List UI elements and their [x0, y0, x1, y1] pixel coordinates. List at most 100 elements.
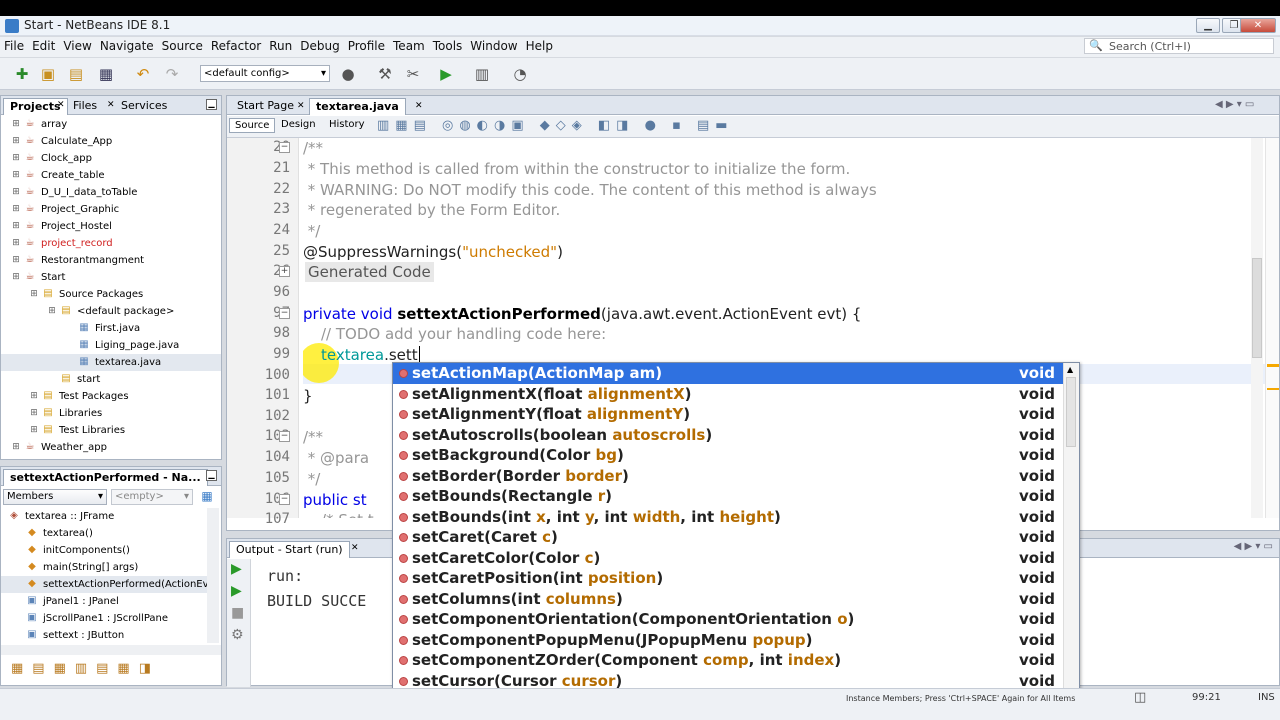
navigator-hscrollbar[interactable] [1, 645, 221, 655]
tree-item[interactable]: ⊞ ☕ Clock_app [1, 150, 221, 167]
tree-item[interactable]: ⊞ ▤ <default package> [1, 303, 221, 320]
expand-toggle-icon[interactable]: ⊞ [9, 203, 23, 215]
tab-services[interactable]: Services [115, 98, 173, 115]
expand-toggle-icon[interactable]: ⊞ [9, 220, 23, 232]
expand-toggle-icon[interactable]: ⊞ [9, 135, 23, 147]
menu-team[interactable]: Team [389, 37, 429, 55]
navigator-item[interactable]: ◆ main(String[] args) [1, 559, 207, 576]
rerun-with-options-icon[interactable]: ▶ [231, 583, 242, 599]
scroll-thumb[interactable] [1252, 258, 1262, 358]
scroll-up-icon[interactable]: ▲ [1067, 365, 1073, 374]
menu-file[interactable]: File [0, 37, 28, 55]
completion-item[interactable]: setActionMap(ActionMap am) void [393, 363, 1063, 384]
minimize-panel-icon[interactable]: ▁ [206, 470, 217, 481]
completion-item[interactable]: setComponentOrientation(ComponentOrienta… [393, 609, 1063, 630]
config-select[interactable]: <default config> ▾ [200, 65, 330, 82]
menu-navigate[interactable]: Navigate [96, 37, 158, 55]
completion-item[interactable]: setBounds(int x, int y, int width, int h… [393, 507, 1063, 528]
navigator-title[interactable]: settextActionPerformed - Na... [3, 469, 208, 486]
completion-item[interactable]: setBorder(Border border) void [393, 466, 1063, 487]
save-all-icon[interactable]: ▦ [96, 64, 116, 84]
tab-start-page[interactable]: Start Page [231, 98, 300, 115]
completion-item[interactable]: setBackground(Color bg) void [393, 445, 1063, 466]
navigator-filter-buttons[interactable]: ▦▤▦▥▤▦◨ [11, 661, 211, 681]
close-icon[interactable]: ✕ [415, 101, 423, 111]
members-filter-select[interactable]: Members ▾ [3, 489, 107, 505]
fold-toggle-icon[interactable]: − [279, 494, 290, 505]
menu-view[interactable]: View [59, 37, 95, 55]
tab-textarea-java[interactable]: textarea.java [309, 98, 406, 115]
tree-item[interactable]: ▤ start [1, 371, 221, 388]
tree-item[interactable]: ⊞ ☕ array [1, 116, 221, 133]
tree-item[interactable]: ⊞ ▤ Test Libraries [1, 422, 221, 439]
menu-help[interactable]: Help [522, 37, 557, 55]
tab-output[interactable]: Output - Start (run) [229, 541, 350, 558]
search-input[interactable]: 🔍 Search (Ctrl+I) [1084, 38, 1274, 54]
expand-toggle-icon[interactable]: ⊞ [27, 390, 41, 402]
menu-window[interactable]: Window [466, 37, 521, 55]
menu-source[interactable]: Source [158, 37, 207, 55]
tree-item[interactable]: ⊞ ☕ Restorantmangment [1, 252, 221, 269]
tree-item[interactable]: ⊞ ☕ Create_table [1, 167, 221, 184]
completion-scrollbar[interactable]: ▲ [1063, 363, 1079, 692]
clean-build-icon[interactable]: ✂ [403, 64, 423, 84]
expand-toggle-icon[interactable]: ⊞ [9, 441, 23, 453]
expand-toggle-icon[interactable] [63, 356, 77, 368]
scope-select[interactable]: <empty> ▾ [111, 489, 193, 505]
completion-item[interactable]: setCaretColor(Color c) void [393, 548, 1063, 569]
navigator-scrollbar[interactable] [207, 508, 219, 643]
undo-icon[interactable]: ↶ [133, 64, 153, 84]
scroll-thumb[interactable] [1066, 377, 1076, 447]
tree-item[interactable]: ⊞ ☕ Project_Graphic [1, 201, 221, 218]
tree-item[interactable]: ⊞ ☕ Project_Hostel [1, 218, 221, 235]
fold-toggle-icon[interactable]: − [279, 431, 290, 442]
debug-icon[interactable]: ▥ [472, 64, 492, 84]
close-button[interactable]: ✕ [1240, 18, 1276, 33]
expand-toggle-icon[interactable]: ⊞ [9, 237, 23, 249]
redo-icon[interactable]: ↷ [162, 64, 182, 84]
completion-item[interactable]: setAlignmentX(float alignmentX) void [393, 384, 1063, 405]
menu-profile[interactable]: Profile [344, 37, 389, 55]
navigator-item[interactable]: ◆ settextActionPerformed(ActionEver [1, 576, 207, 593]
expand-toggle-icon[interactable]: ⊞ [27, 288, 41, 300]
fold-toggle-icon[interactable]: + [279, 266, 290, 277]
tree-item[interactable]: ⊞ ☕ Start [1, 269, 221, 286]
expand-toggle-icon[interactable]: ⊞ [27, 424, 41, 436]
completion-item[interactable]: setBounds(Rectangle r) void [393, 486, 1063, 507]
expand-toggle-icon[interactable]: ⊞ [9, 271, 23, 283]
filter-options-icon[interactable]: ▦ [199, 489, 215, 505]
navigator-item[interactable]: ▣ jPanel1 : JPanel [1, 593, 207, 610]
completion-item[interactable]: setCaret(Caret c) void [393, 527, 1063, 548]
completion-item[interactable]: setAlignmentY(float alignmentY) void [393, 404, 1063, 425]
navigator-item[interactable]: ▣ settext : JButton [1, 627, 207, 643]
navigator-item[interactable]: ◆ textarea() [1, 525, 207, 542]
expand-toggle-icon[interactable] [63, 322, 77, 334]
menu-refactor[interactable]: Refactor [207, 37, 265, 55]
minimize-button[interactable]: ▁ [1196, 18, 1220, 33]
expand-toggle-icon[interactable]: ⊞ [9, 118, 23, 130]
menu-edit[interactable]: Edit [28, 37, 59, 55]
tree-item[interactable]: ⊞ ☕ Weather_app [1, 439, 221, 456]
expand-toggle-icon[interactable]: ⊞ [45, 305, 59, 317]
tree-item[interactable]: ⊞ ▤ Libraries [1, 405, 221, 422]
menu-debug[interactable]: Debug [296, 37, 343, 55]
navigator-item[interactable]: ▣ jScrollPane1 : JScrollPane [1, 610, 207, 627]
view-source-button[interactable]: Source [229, 118, 276, 133]
expand-toggle-icon[interactable] [45, 373, 59, 385]
tree-item[interactable]: ⊞ ☕ project_record [1, 235, 221, 252]
view-history-button[interactable]: History [329, 119, 365, 130]
expand-toggle-icon[interactable]: ⊞ [9, 169, 23, 181]
notification-icon[interactable]: ◫ [1134, 690, 1146, 705]
navigator-item[interactable]: ◈ textarea :: JFrame [1, 508, 207, 525]
tree-item[interactable]: ▦ First.java [1, 320, 221, 337]
expand-toggle-icon[interactable]: ⊞ [9, 152, 23, 164]
globe-icon[interactable]: ● [338, 64, 358, 84]
expand-toggle-icon[interactable] [63, 339, 77, 351]
new-file-icon[interactable]: ✚ [12, 64, 32, 84]
expand-toggle-icon[interactable]: ⊞ [27, 407, 41, 419]
tree-item[interactable]: ⊞ ☕ Calculate_App [1, 133, 221, 150]
editor-actions-icons[interactable]: ▥▦▤ ◎◍◐◑▣ ◆◇◈ ◧◨ ● ▪ ▤▬ [377, 118, 734, 133]
minimize-panel-icon[interactable]: ▁ [206, 99, 217, 110]
new-project-icon[interactable]: ▣ [38, 64, 58, 84]
editor-scrollbar[interactable] [1251, 138, 1263, 518]
